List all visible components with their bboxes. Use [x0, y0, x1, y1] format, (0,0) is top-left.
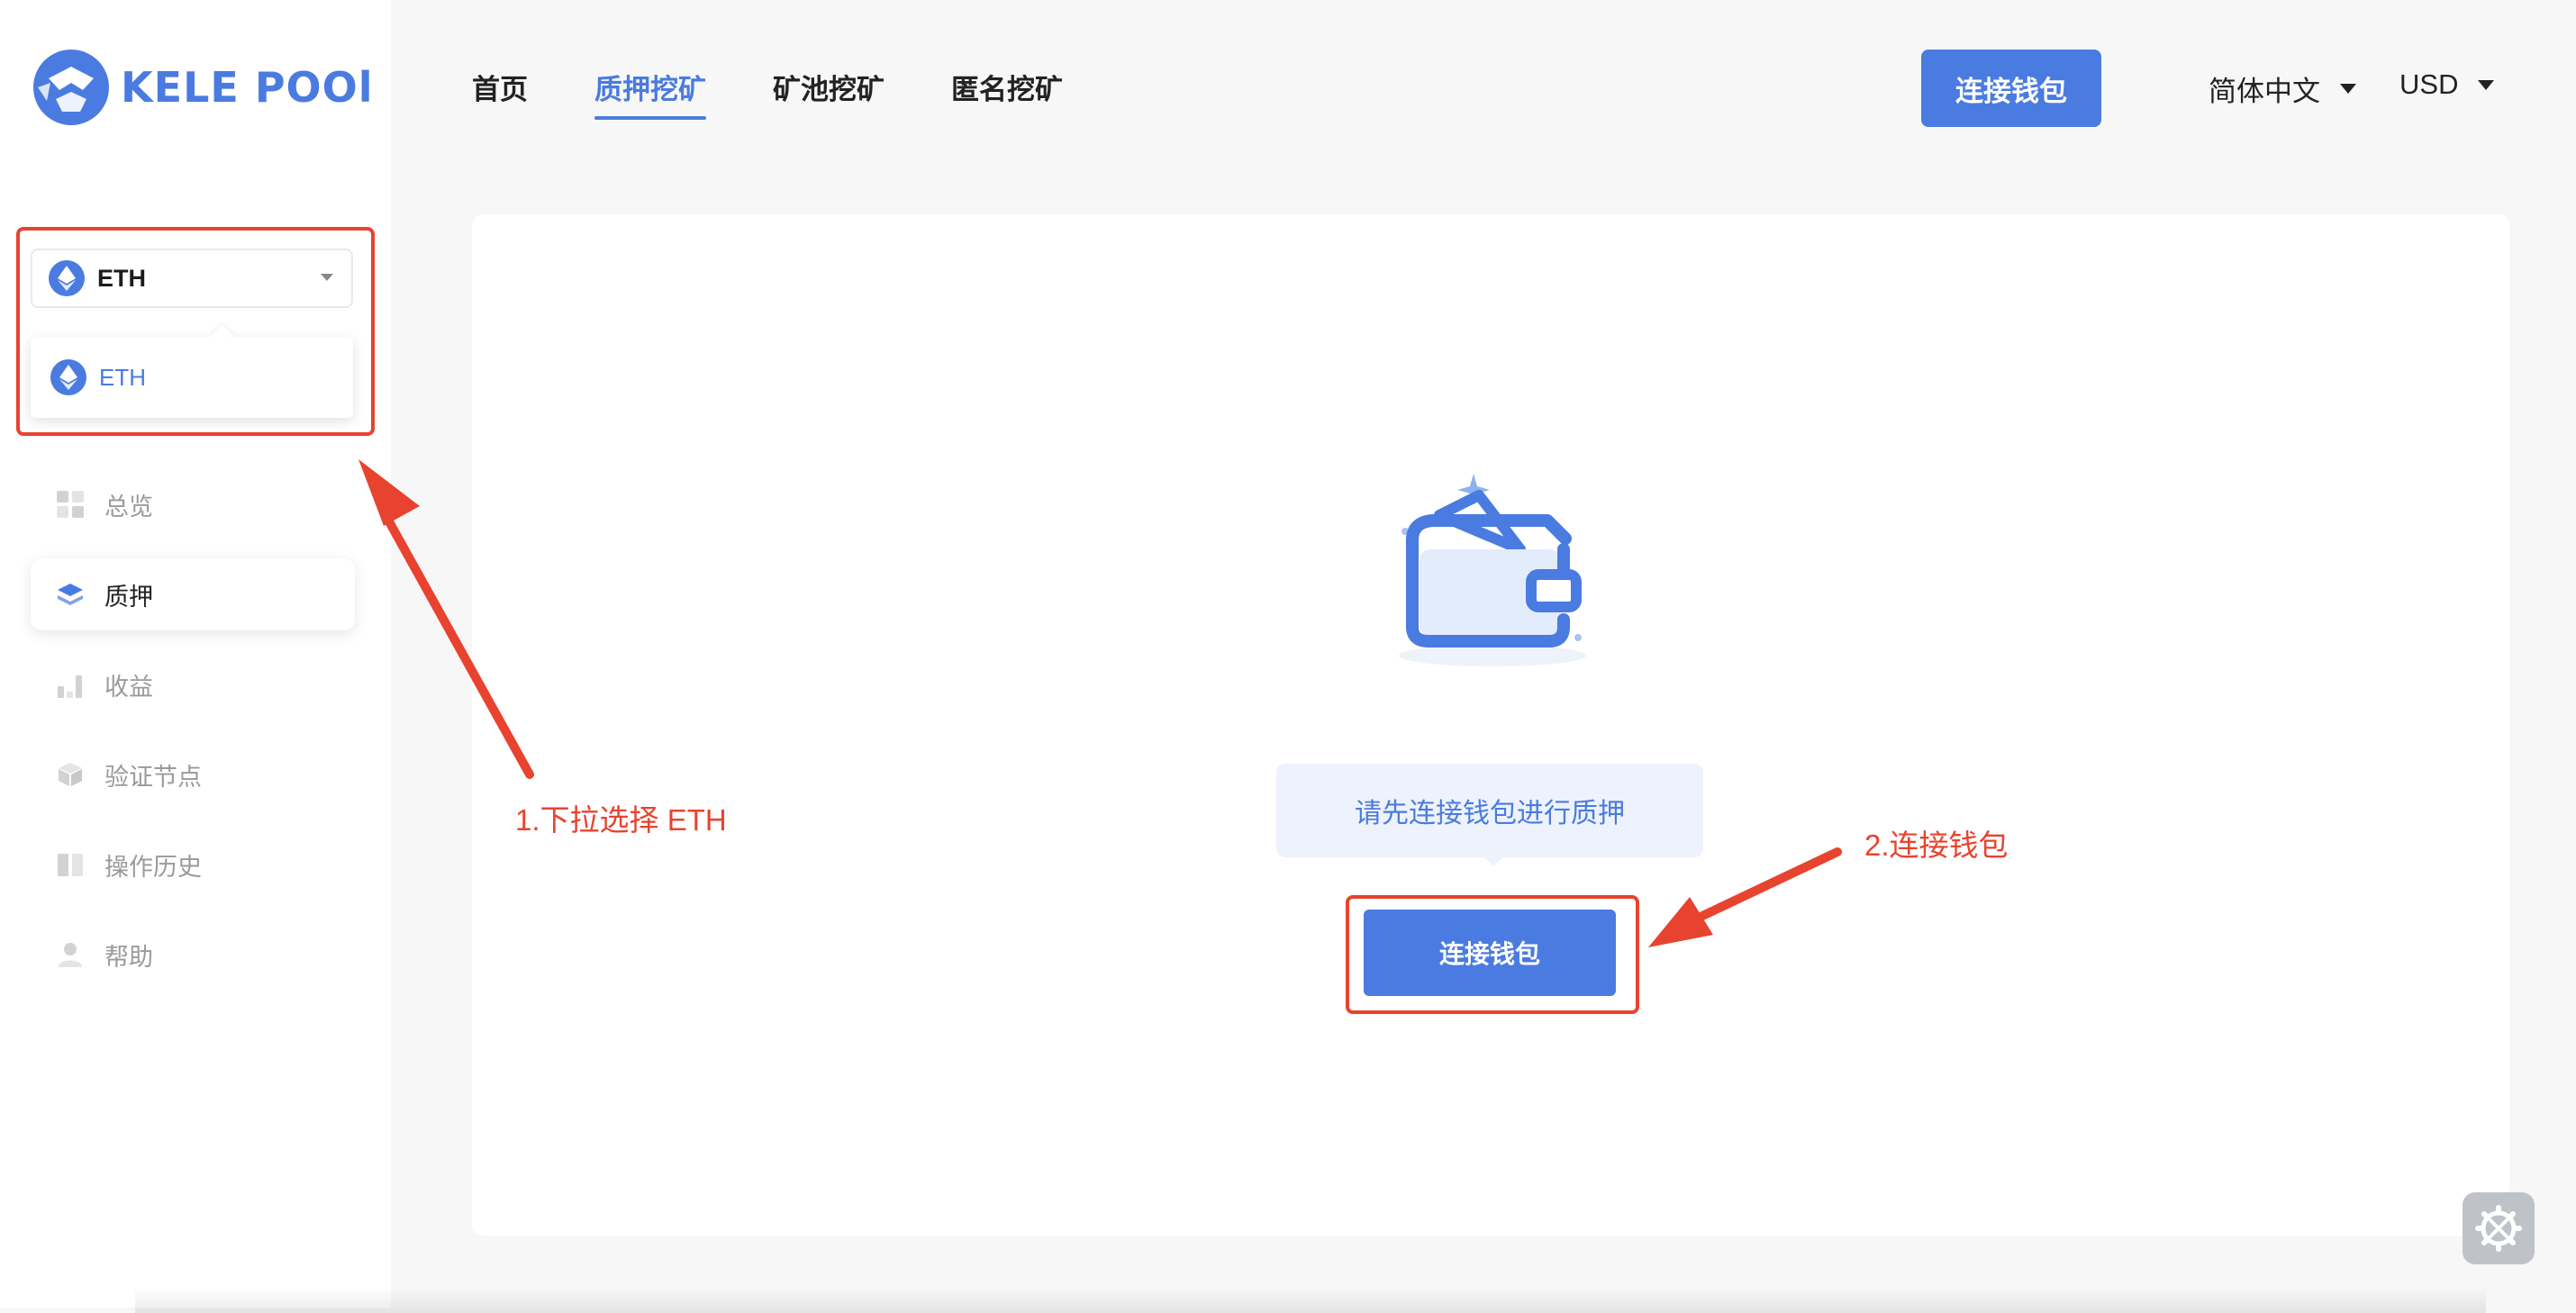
sidebar-item-label: 总览 [104, 493, 153, 521]
language-value: 简体中文 [2209, 76, 2320, 107]
logo[interactable]: KELE POOl [31, 47, 374, 128]
settings-icon [2475, 1205, 2522, 1252]
sidebar: KELE POOl ETH ETH 总览 质押 收益 验证节点 操作历史 帮助 [0, 0, 391, 1308]
annotation-step-2: 2.连接钱包 [1864, 829, 2009, 862]
grid-icon [57, 491, 84, 518]
logo-icon [33, 50, 109, 125]
sidebar-item-history[interactable]: 操作历史 [31, 829, 355, 901]
cube-icon [59, 763, 82, 786]
sidebar-item-help[interactable]: 帮助 [31, 919, 355, 991]
bottom-shadow [135, 1286, 2486, 1313]
sidebar-item-earnings[interactable]: 收益 [31, 648, 355, 720]
wallet-icon [1399, 474, 1586, 666]
tab-pool-mining[interactable]: 矿池挖矿 [773, 67, 884, 107]
tab-staking-mining[interactable]: 质押挖矿 [594, 67, 706, 120]
annotation-arrow-2 [1648, 847, 1842, 947]
sidebar-item-label: 质押 [104, 583, 153, 611]
annotation-step-1: 1.下拉选择 ETH [515, 803, 727, 837]
sidebar-item-label: 帮助 [104, 943, 153, 971]
caret-down-icon [2478, 79, 2495, 90]
sidebar-item-label: 收益 [104, 673, 153, 701]
user-icon [59, 943, 82, 967]
top-nav: 首页 质押挖矿 矿池挖矿 匿名挖矿 [472, 67, 1129, 120]
annotation-arrow-1 [358, 459, 534, 779]
sidebar-item-stake[interactable]: 质押 [31, 558, 355, 630]
bar-chart-icon [58, 675, 82, 698]
layers-icon [58, 584, 83, 605]
sidebar-item-overview[interactable]: 总览 [31, 468, 355, 540]
currency-value: USD [2399, 68, 2459, 100]
sidebar-item-label: 验证节点 [104, 763, 202, 791]
caret-down-icon [2340, 84, 2356, 94]
logo-text: KELE POOl [121, 63, 374, 112]
sidebar-nav: 总览 质押 收益 验证节点 操作历史 帮助 [31, 468, 355, 1009]
sidebar-item-label: 操作历史 [104, 853, 202, 881]
connect-wallet-header-button[interactable]: 连接钱包 [1921, 50, 2101, 127]
currency-select[interactable]: USD [2399, 68, 2495, 101]
book-icon [58, 854, 83, 876]
language-select[interactable]: 简体中文 [2209, 68, 2356, 109]
floating-settings-button[interactable] [2463, 1192, 2535, 1264]
annotation-box-select [16, 227, 375, 436]
main-card [472, 214, 2509, 1236]
tab-anonymous-mining[interactable]: 匿名挖矿 [951, 67, 1063, 107]
tab-home[interactable]: 首页 [472, 67, 528, 107]
sidebar-item-validators[interactable]: 验证节点 [31, 738, 355, 810]
annotation-box-connect [1346, 895, 1639, 1014]
